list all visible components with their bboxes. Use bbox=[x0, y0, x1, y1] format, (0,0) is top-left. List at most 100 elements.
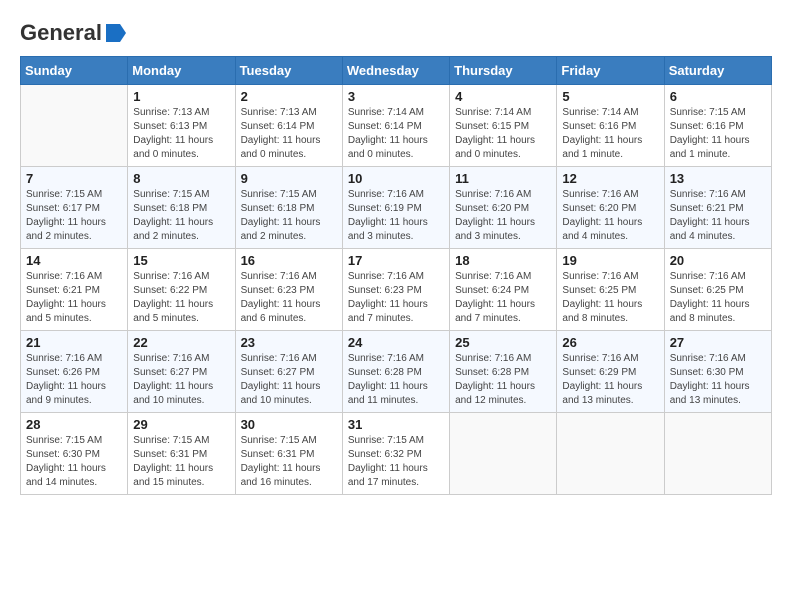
day-info: Sunrise: 7:16 AM Sunset: 6:20 PM Dayligh… bbox=[562, 189, 642, 242]
col-header-thursday: Thursday bbox=[450, 57, 557, 85]
day-cell: 3Sunrise: 7:14 AM Sunset: 6:14 PM Daylig… bbox=[342, 85, 449, 167]
logo-general: General bbox=[20, 20, 102, 46]
header-row: SundayMondayTuesdayWednesdayThursdayFrid… bbox=[21, 57, 772, 85]
day-cell: 27 Sunrise: 7:16 AM Sunset: 6:30 PM Dayli… bbox=[664, 331, 771, 413]
day-number: 29 bbox=[133, 417, 229, 432]
day-cell bbox=[450, 413, 557, 495]
day-number: 18 bbox=[455, 253, 551, 268]
day-cell: 29 Sunrise: 7:15 AM Sunset: 6:31 PM Dayli… bbox=[128, 413, 235, 495]
col-header-sunday: Sunday bbox=[21, 57, 128, 85]
day-cell: 19 Sunrise: 7:16 AM Sunset: 6:25 PM Dayli… bbox=[557, 249, 664, 331]
day-info: Sunrise: 7:13 AM Sunset: 6:13 PM Dayligh… bbox=[133, 107, 213, 160]
day-number: 2 bbox=[241, 89, 337, 104]
day-cell: 5Sunrise: 7:14 AM Sunset: 6:16 PM Daylig… bbox=[557, 85, 664, 167]
col-header-wednesday: Wednesday bbox=[342, 57, 449, 85]
day-cell: 7Sunrise: 7:15 AM Sunset: 6:17 PM Daylig… bbox=[21, 167, 128, 249]
day-info: Sunrise: 7:16 AM Sunset: 6:28 PM Dayligh… bbox=[348, 353, 428, 406]
day-number: 10 bbox=[348, 171, 444, 186]
day-number: 1 bbox=[133, 89, 229, 104]
day-number: 12 bbox=[562, 171, 658, 186]
day-info: Sunrise: 7:16 AM Sunset: 6:27 PM Dayligh… bbox=[133, 353, 213, 406]
page-header: General bbox=[20, 20, 772, 46]
day-number: 4 bbox=[455, 89, 551, 104]
day-cell: 26 Sunrise: 7:16 AM Sunset: 6:29 PM Dayli… bbox=[557, 331, 664, 413]
day-number: 22 bbox=[133, 335, 229, 350]
week-row-3: 14Sunrise: 7:16 AM Sunset: 6:21 PM Dayli… bbox=[21, 249, 772, 331]
day-cell: 8 Sunrise: 7:15 AM Sunset: 6:18 PM Daylig… bbox=[128, 167, 235, 249]
day-cell: 20 Sunrise: 7:16 AM Sunset: 6:25 PM Dayli… bbox=[664, 249, 771, 331]
day-number: 17 bbox=[348, 253, 444, 268]
day-info: Sunrise: 7:16 AM Sunset: 6:20 PM Dayligh… bbox=[455, 189, 535, 242]
col-header-monday: Monday bbox=[128, 57, 235, 85]
day-info: Sunrise: 7:15 AM Sunset: 6:17 PM Dayligh… bbox=[26, 189, 106, 242]
day-info: Sunrise: 7:16 AM Sunset: 6:27 PM Dayligh… bbox=[241, 353, 321, 406]
day-cell: 24 Sunrise: 7:16 AM Sunset: 6:28 PM Dayli… bbox=[342, 331, 449, 413]
day-cell: 10 Sunrise: 7:16 AM Sunset: 6:19 PM Dayli… bbox=[342, 167, 449, 249]
day-info: Sunrise: 7:15 AM Sunset: 6:31 PM Dayligh… bbox=[133, 435, 213, 488]
col-header-tuesday: Tuesday bbox=[235, 57, 342, 85]
week-row-2: 7Sunrise: 7:15 AM Sunset: 6:17 PM Daylig… bbox=[21, 167, 772, 249]
day-number: 24 bbox=[348, 335, 444, 350]
day-info: Sunrise: 7:16 AM Sunset: 6:28 PM Dayligh… bbox=[455, 353, 535, 406]
day-info: Sunrise: 7:16 AM Sunset: 6:22 PM Dayligh… bbox=[133, 271, 213, 324]
day-number: 6 bbox=[670, 89, 766, 104]
day-info: Sunrise: 7:15 AM Sunset: 6:18 PM Dayligh… bbox=[241, 189, 321, 242]
week-row-1: 1 Sunrise: 7:13 AM Sunset: 6:13 PM Daylig… bbox=[21, 85, 772, 167]
day-info: Sunrise: 7:16 AM Sunset: 6:23 PM Dayligh… bbox=[348, 271, 428, 324]
day-cell: 2 Sunrise: 7:13 AM Sunset: 6:14 PM Daylig… bbox=[235, 85, 342, 167]
day-cell: 16 Sunrise: 7:16 AM Sunset: 6:23 PM Dayli… bbox=[235, 249, 342, 331]
day-info: Sunrise: 7:15 AM Sunset: 6:32 PM Dayligh… bbox=[348, 435, 428, 488]
day-info: Sunrise: 7:16 AM Sunset: 6:19 PM Dayligh… bbox=[348, 189, 428, 242]
day-number: 23 bbox=[241, 335, 337, 350]
calendar-table: SundayMondayTuesdayWednesdayThursdayFrid… bbox=[20, 56, 772, 495]
day-info: Sunrise: 7:16 AM Sunset: 6:26 PM Dayligh… bbox=[26, 353, 106, 406]
day-info: Sunrise: 7:16 AM Sunset: 6:24 PM Dayligh… bbox=[455, 271, 535, 324]
day-info: Sunrise: 7:16 AM Sunset: 6:30 PM Dayligh… bbox=[670, 353, 750, 406]
day-number: 3 bbox=[348, 89, 444, 104]
day-cell: 14Sunrise: 7:16 AM Sunset: 6:21 PM Dayli… bbox=[21, 249, 128, 331]
day-cell: 30Sunrise: 7:15 AM Sunset: 6:31 PM Dayli… bbox=[235, 413, 342, 495]
logo-arrow-icon bbox=[104, 22, 126, 44]
day-number: 26 bbox=[562, 335, 658, 350]
day-number: 11 bbox=[455, 171, 551, 186]
day-cell: 22 Sunrise: 7:16 AM Sunset: 6:27 PM Dayli… bbox=[128, 331, 235, 413]
day-number: 28 bbox=[26, 417, 122, 432]
week-row-5: 28Sunrise: 7:15 AM Sunset: 6:30 PM Dayli… bbox=[21, 413, 772, 495]
day-number: 27 bbox=[670, 335, 766, 350]
day-number: 13 bbox=[670, 171, 766, 186]
day-number: 21 bbox=[26, 335, 122, 350]
day-number: 9 bbox=[241, 171, 337, 186]
day-cell: 25 Sunrise: 7:16 AM Sunset: 6:28 PM Dayli… bbox=[450, 331, 557, 413]
col-header-saturday: Saturday bbox=[664, 57, 771, 85]
day-number: 5 bbox=[562, 89, 658, 104]
day-cell bbox=[21, 85, 128, 167]
day-number: 16 bbox=[241, 253, 337, 268]
day-number: 19 bbox=[562, 253, 658, 268]
day-info: Sunrise: 7:16 AM Sunset: 6:21 PM Dayligh… bbox=[26, 271, 106, 324]
day-info: Sunrise: 7:16 AM Sunset: 6:25 PM Dayligh… bbox=[670, 271, 750, 324]
day-cell bbox=[664, 413, 771, 495]
day-info: Sunrise: 7:15 AM Sunset: 6:18 PM Dayligh… bbox=[133, 189, 213, 242]
logo: General bbox=[20, 20, 126, 46]
week-row-4: 21 Sunrise: 7:16 AM Sunset: 6:26 PM Dayli… bbox=[21, 331, 772, 413]
day-cell: 1 Sunrise: 7:13 AM Sunset: 6:13 PM Daylig… bbox=[128, 85, 235, 167]
day-number: 25 bbox=[455, 335, 551, 350]
day-cell: 11 Sunrise: 7:16 AM Sunset: 6:20 PM Dayli… bbox=[450, 167, 557, 249]
day-cell: 9 Sunrise: 7:15 AM Sunset: 6:18 PM Daylig… bbox=[235, 167, 342, 249]
day-number: 20 bbox=[670, 253, 766, 268]
day-info: Sunrise: 7:16 AM Sunset: 6:21 PM Dayligh… bbox=[670, 189, 750, 242]
day-info: Sunrise: 7:13 AM Sunset: 6:14 PM Dayligh… bbox=[241, 107, 321, 160]
day-info: Sunrise: 7:15 AM Sunset: 6:16 PM Dayligh… bbox=[670, 107, 750, 160]
day-info: Sunrise: 7:16 AM Sunset: 6:29 PM Dayligh… bbox=[562, 353, 642, 406]
day-cell: 6 Sunrise: 7:15 AM Sunset: 6:16 PM Daylig… bbox=[664, 85, 771, 167]
day-cell: 18 Sunrise: 7:16 AM Sunset: 6:24 PM Dayli… bbox=[450, 249, 557, 331]
day-info: Sunrise: 7:16 AM Sunset: 6:25 PM Dayligh… bbox=[562, 271, 642, 324]
day-cell: 13 Sunrise: 7:16 AM Sunset: 6:21 PM Dayli… bbox=[664, 167, 771, 249]
day-number: 15 bbox=[133, 253, 229, 268]
day-cell: 23 Sunrise: 7:16 AM Sunset: 6:27 PM Dayli… bbox=[235, 331, 342, 413]
day-info: Sunrise: 7:14 AM Sunset: 6:15 PM Dayligh… bbox=[455, 107, 535, 160]
day-cell: 21 Sunrise: 7:16 AM Sunset: 6:26 PM Dayli… bbox=[21, 331, 128, 413]
day-number: 8 bbox=[133, 171, 229, 186]
day-info: Sunrise: 7:16 AM Sunset: 6:23 PM Dayligh… bbox=[241, 271, 321, 324]
day-number: 30 bbox=[241, 417, 337, 432]
